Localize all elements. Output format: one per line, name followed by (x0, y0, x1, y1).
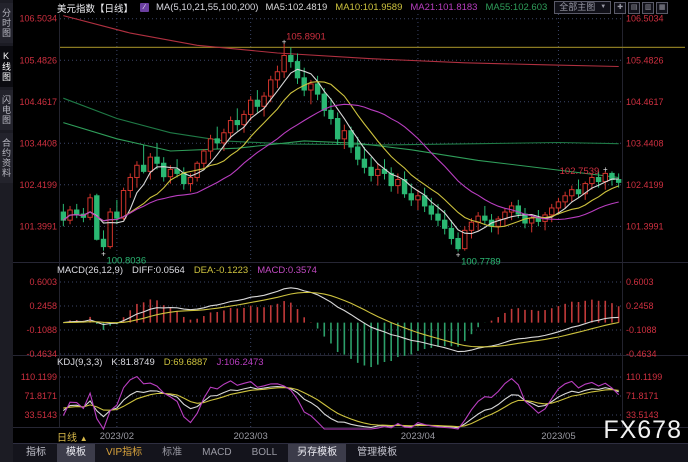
kdj-j-value: J:106.2473 (217, 357, 264, 369)
svg-text:103.4408: 103.4408 (626, 138, 664, 148)
svg-text:106.5034: 106.5034 (626, 14, 664, 24)
svg-text:110.1199: 110.1199 (626, 372, 662, 382)
kdj-d-value: D:69.6887 (164, 357, 208, 369)
footer-tab-1[interactable]: 模板 (57, 444, 95, 462)
svg-text:-0.1088: -0.1088 (626, 325, 657, 335)
triangle-up-icon: ▲ (80, 434, 88, 443)
svg-text:0.6003: 0.6003 (29, 277, 57, 287)
watermark: FX678 (603, 416, 682, 445)
chart-type-sidebar: 分时图 K线图闪电图合约资料 (0, 0, 13, 462)
ma-value-0: MA5:102.4819 (265, 2, 327, 13)
footer-tab-6[interactable]: 另存模板 (288, 444, 346, 462)
line-MA21 (63, 104, 618, 221)
kdj-label[interactable]: KDJ(9,3,3) (57, 357, 102, 369)
panel-layout-icon[interactable]: ▤ (628, 2, 640, 14)
ma-value-3: MA55:102.603 (485, 2, 547, 13)
svg-text:0.2458: 0.2458 (29, 301, 57, 311)
footer-tab-4[interactable]: MACD (193, 444, 240, 462)
svg-text:2023/02: 2023/02 (100, 431, 134, 442)
svg-text:71.8171: 71.8171 (626, 391, 659, 401)
period-selector[interactable]: 日线 ▲ (57, 429, 88, 444)
kdj-header: KDJ(9,3,3) K:81.8749 D:69.6887 J:106.247… (57, 357, 264, 369)
svg-text:106.5034: 106.5034 (19, 14, 57, 24)
svg-text:71.8171: 71.8171 (24, 391, 57, 401)
ma-settings-icon[interactable]: ∕ (140, 3, 149, 12)
chevron-down-icon: ▼ (600, 2, 606, 13)
svg-text:+: + (456, 251, 461, 260)
svg-text:2023/03: 2023/03 (234, 431, 268, 442)
line-MA5 (63, 69, 618, 233)
svg-text:-0.4634: -0.4634 (26, 349, 57, 359)
svg-text:105.4826: 105.4826 (626, 55, 664, 65)
crosshair-icon[interactable]: ✚ (614, 2, 626, 14)
export-chart-icon[interactable]: ▦ (656, 2, 668, 14)
svg-text:+: + (603, 165, 608, 174)
main-chart-header: 美元指数【日线】 ∕ MA(5,10,21,55,100,200) MA5:10… (57, 1, 638, 14)
macd-dea-value: DEA:-0.1223 (194, 265, 248, 277)
header-toolbar: 全部主图 ▼ ✚▤▥▦ (554, 1, 668, 14)
svg-text:100.7789: 100.7789 (461, 257, 501, 268)
svg-text:105.4826: 105.4826 (19, 55, 57, 65)
sidebar-item-1[interactable]: K线图 (0, 46, 13, 87)
kdj-panel: 110.1199110.119971.817171.817133.514333.… (21, 372, 662, 429)
svg-text:101.3991: 101.3991 (19, 221, 57, 231)
macd-header: MACD(26,12,9) DIFF:0.0564 DEA:-0.1223 MA… (57, 265, 317, 277)
footer-tab-2[interactable]: VIP指标 (97, 444, 151, 462)
macd-panel: 0.6003 0.6003 0.2458 0.2458 -0.1088 -0.1088 -0… (26, 277, 656, 367)
svg-text:102.7539: 102.7539 (560, 166, 600, 177)
svg-text:+: + (101, 250, 106, 259)
svg-text:104.4617: 104.4617 (626, 97, 664, 107)
chart-application: 分时图K线图闪电图合约资料 106.5034106.5034105.482610… (0, 0, 688, 462)
overlay-MA200 (63, 16, 618, 67)
ma-value-1: MA10:101.9589 (335, 2, 402, 13)
macd-diff-value: DIFF:0.0564 (132, 265, 185, 277)
svg-text:2023/05: 2023/05 (541, 431, 575, 442)
save-chart-icon[interactable]: ▥ (642, 2, 654, 14)
footer-tab-7[interactable]: 管理模板 (348, 444, 406, 462)
svg-text:-0.4634: -0.4634 (626, 349, 657, 359)
overlay-MA55 (63, 123, 618, 178)
footer-tab-3[interactable]: 标准 (153, 444, 191, 462)
toolbar-icons: ✚▤▥▦ (614, 2, 668, 14)
instrument-title: 美元指数【日线】 (57, 1, 133, 15)
kdj-d-line (63, 388, 618, 427)
svg-text:0.2458: 0.2458 (626, 301, 654, 311)
ma-value-2: MA21:101.8183 (410, 2, 477, 13)
svg-text:105.8901: 105.8901 (286, 32, 326, 43)
kdj-k-line (63, 387, 618, 428)
svg-text:2023/04: 2023/04 (401, 431, 435, 442)
chart-main-area: 106.5034 106.5034 105.4826 105.4826 104.4617… (13, 0, 688, 462)
bottom-tab-bar: 指标模板VIP指标标准MACDBOLL另存模板管理模板 (13, 443, 688, 462)
ma-settings-label: MA(5,10,21,55,100,200) (156, 2, 258, 13)
main-panel: 106.5034 106.5034 105.4826 105.4826 104.4617… (13, 14, 688, 442)
sidebar-item-0[interactable]: 分时图 (0, 3, 13, 43)
macd-dea-line (63, 293, 618, 347)
sidebar-item-3[interactable]: 合约资料 (0, 133, 13, 183)
svg-text:102.4199: 102.4199 (19, 180, 57, 190)
chart-canvas[interactable]: 106.5034 106.5034 105.4826 105.4826 104.4617… (13, 0, 688, 444)
svg-text:101.3991: 101.3991 (626, 221, 664, 231)
svg-text:33.5143: 33.5143 (24, 410, 57, 420)
svg-text:0.6003: 0.6003 (626, 277, 654, 287)
svg-text:103.4408: 103.4408 (19, 138, 57, 148)
macd-label[interactable]: MACD(26,12,9) (57, 265, 123, 277)
macd-macd-value: MACD:0.3574 (257, 265, 317, 277)
sidebar-item-2[interactable]: 闪电图 (0, 90, 13, 130)
ma-values: MA5:102.4819 MA10:101.9589 MA21:101.8183 MA… (265, 2, 547, 13)
overlay-dropdown-label: 全部主图 (559, 2, 595, 13)
svg-text:-0.1088: -0.1088 (26, 325, 57, 335)
svg-text:104.4617: 104.4617 (19, 97, 57, 107)
footer-tab-5[interactable]: BOLL (243, 444, 287, 462)
macd-diff-line (63, 288, 618, 352)
svg-text:110.1199: 110.1199 (21, 372, 57, 382)
footer-tab-0[interactable]: 指标 (17, 444, 55, 462)
kdj-k-value: K:81.8749 (111, 357, 154, 369)
overlay-dropdown[interactable]: 全部主图 ▼ (554, 1, 611, 14)
svg-text:102.4199: 102.4199 (626, 180, 664, 190)
